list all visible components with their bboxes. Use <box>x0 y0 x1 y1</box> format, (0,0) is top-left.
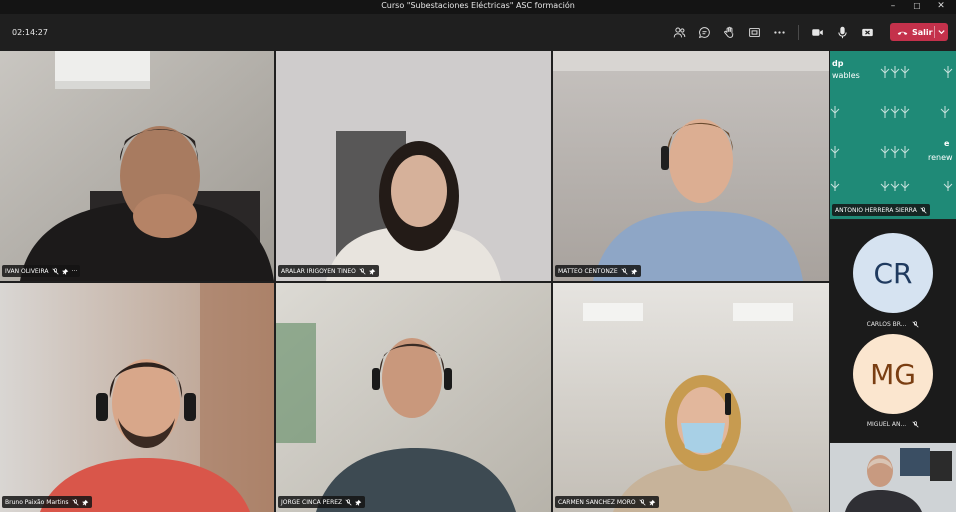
more-options-icon[interactable]: ··· <box>72 268 78 275</box>
leave-label: Salir <box>912 27 933 37</box>
title-bar: Curso "Subestaciones Eléctricas" ASC for… <box>0 0 956 14</box>
hand-icon <box>723 26 733 38</box>
logo-text: e <box>944 139 950 148</box>
participant-name: ARALAR IRIGOYEN TINEO <box>281 267 356 275</box>
video-tile-matteo-centonze[interactable]: MATTEO CENTONZE <box>553 51 829 281</box>
maximize-button[interactable]: ☐ <box>906 0 928 14</box>
avatar-miguel[interactable]: MG <box>853 334 933 414</box>
logo-text: dp <box>832 59 844 68</box>
video-tile-carmen-sanchez[interactable]: CARMEN SANCHEZ MORO <box>553 283 829 512</box>
meeting-toolbar: 02:14:27 Salir <box>0 14 956 51</box>
participant-nametag: JORGE CINCA PEREZ <box>278 496 366 508</box>
pin-icon <box>61 268 69 275</box>
microphone-icon <box>837 26 847 38</box>
microphone-button[interactable] <box>833 23 851 41</box>
mic-muted-icon <box>51 267 59 275</box>
avatar-panel: CR CARLOS BR... MG MIGUEL AN... <box>830 220 956 442</box>
avatar-name: MIGUEL AN... <box>830 421 956 428</box>
chat-button[interactable] <box>695 23 713 41</box>
rooms-icon <box>748 27 760 37</box>
pin-icon <box>369 268 376 275</box>
pin-icon <box>81 499 89 506</box>
share-screen-button[interactable] <box>858 23 876 41</box>
participant-name: CARMEN SANCHEZ MORO <box>558 498 636 506</box>
avatar-initials: CR <box>873 256 913 290</box>
video-camera-icon <box>811 28 823 36</box>
participant-nametag: Bruno Paixão Martins <box>2 496 92 508</box>
participant-name: ANTONIO HERRERA SIERRA <box>835 206 917 214</box>
window-title: Curso "Subestaciones Eléctricas" ASC for… <box>381 1 575 10</box>
video-tile-antonio-herrera[interactable]: dp wables e renew ANTONIO HERRERA SIERRA <box>830 51 956 219</box>
avatar-name: CARLOS BR... <box>830 321 956 328</box>
participant-name: IVAN OLIVEIRA <box>5 267 49 275</box>
mic-muted-icon <box>621 267 628 275</box>
rooms-button[interactable] <box>745 23 763 41</box>
mic-muted-icon <box>359 267 366 275</box>
mic-muted-icon <box>920 206 927 214</box>
mic-muted-icon <box>912 421 919 428</box>
logo-text: renew <box>928 153 953 162</box>
share-tray-icon <box>861 28 873 36</box>
mic-muted-icon <box>912 321 919 328</box>
chevron-down-icon[interactable] <box>937 26 946 37</box>
more-actions-button[interactable] <box>770 23 788 41</box>
participant-nametag: ANTONIO HERRERA SIERRA <box>832 204 930 216</box>
video-tile-bruno-paixao[interactable]: Bruno Paixão Martins <box>0 283 274 512</box>
toolbar-divider <box>798 25 799 40</box>
mic-muted-icon <box>639 498 646 506</box>
avatar-carlos[interactable]: CR <box>853 233 933 313</box>
participant-name: Bruno Paixão Martins <box>5 498 69 506</box>
leave-button[interactable]: Salir <box>890 23 948 41</box>
participant-nametag: IVAN OLIVEIRA ··· <box>2 265 81 277</box>
minimize-button[interactable]: – <box>882 0 904 14</box>
participant-nametag: MATTEO CENTONZE <box>555 265 641 277</box>
participant-video <box>553 51 829 281</box>
video-tile-aralar-irigoyen[interactable]: ARALAR IRIGOYEN TINEO <box>276 51 551 281</box>
participant-video <box>553 283 829 512</box>
pin-icon <box>355 499 362 506</box>
participant-nametag: ARALAR IRIGOYEN TINEO <box>278 265 379 277</box>
video-tile-ivan-oliveira[interactable]: IVAN OLIVEIRA ··· <box>0 51 274 281</box>
call-timer: 02:14:27 <box>12 28 48 37</box>
phone-hangup-icon <box>897 31 908 35</box>
pin-icon <box>631 268 638 275</box>
self-view-video[interactable] <box>830 443 956 512</box>
camera-button[interactable] <box>808 23 826 41</box>
participant-video <box>276 51 551 281</box>
participant-name: JORGE CINCA PEREZ <box>281 498 343 506</box>
mic-muted-icon <box>345 498 352 506</box>
participant-nametag: CARMEN SANCHEZ MORO <box>555 496 659 508</box>
participant-video <box>830 443 956 512</box>
close-window-button[interactable]: ✕ <box>930 0 952 14</box>
avatar-initials: MG <box>870 357 916 391</box>
people-icon <box>673 27 685 37</box>
chat-icon <box>698 26 710 38</box>
pin-icon <box>648 499 656 506</box>
participant-video <box>276 283 551 512</box>
participant-video <box>0 283 274 512</box>
participants-button[interactable] <box>670 23 688 41</box>
participant-name: MATTEO CENTONZE <box>558 267 618 275</box>
mic-muted-icon <box>71 498 79 506</box>
video-tile-jorge-cinca[interactable]: JORGE CINCA PEREZ <box>276 283 551 512</box>
more-icon <box>773 30 785 34</box>
participant-video <box>0 51 274 281</box>
reactions-button[interactable] <box>720 23 738 41</box>
logo-text: wables <box>832 71 860 80</box>
